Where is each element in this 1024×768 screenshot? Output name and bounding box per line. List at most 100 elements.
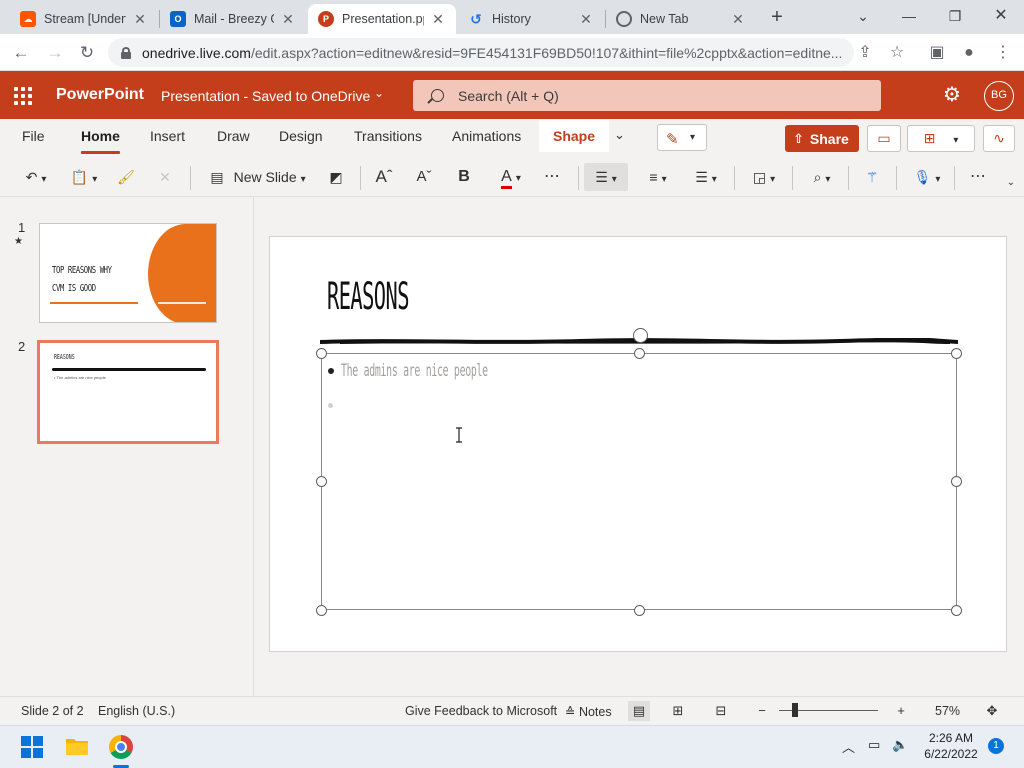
tab-design[interactable]: Design	[279, 128, 323, 144]
zoom-in-button[interactable]: +	[890, 701, 912, 721]
minimize-button[interactable]: —	[886, 4, 932, 28]
more-font-options-button[interactable]: ⋯	[538, 163, 566, 191]
bold-button[interactable]: B	[450, 163, 478, 191]
notes-button[interactable]: ≙ Notes	[565, 704, 612, 719]
browser-tab-stream[interactable]: ☁ Stream [Underta ✕	[10, 4, 158, 34]
resize-handle[interactable]	[634, 605, 645, 616]
side-panel-icon[interactable]: ▣	[924, 40, 950, 66]
close-icon[interactable]: ✕	[280, 11, 296, 28]
comments-button[interactable]: ▭	[867, 125, 901, 152]
fit-to-window-button[interactable]: ✥	[981, 701, 1003, 721]
close-icon[interactable]: ✕	[730, 11, 746, 28]
profile-icon[interactable]: ●	[956, 40, 982, 66]
new-tab-button[interactable]: +	[766, 6, 788, 28]
close-icon[interactable]: ✕	[430, 11, 446, 28]
system-clock[interactable]: 2:26 AM 6/22/2022	[918, 730, 984, 762]
lock-icon[interactable]	[120, 46, 132, 59]
gear-icon[interactable]: ⚙	[940, 83, 964, 107]
delete-button[interactable]: ✕	[152, 163, 178, 191]
slide-title[interactable]: REASONS	[327, 275, 409, 318]
more-tabs-chevron-icon[interactable]: ⌄	[614, 127, 625, 143]
paste-button[interactable]: 📋 ▾	[64, 163, 104, 191]
volume-icon[interactable]: 🔈	[892, 737, 908, 753]
activity-button[interactable]: ∿	[983, 125, 1015, 152]
resize-handle[interactable]	[316, 476, 327, 487]
avatar[interactable]: BG	[984, 81, 1014, 111]
app-launcher-icon[interactable]	[14, 87, 32, 105]
tab-home[interactable]: Home	[81, 128, 120, 154]
tab-file[interactable]: File	[22, 128, 45, 144]
tab-draw[interactable]: Draw	[217, 128, 250, 144]
find-button[interactable]: ⌕ ▾	[802, 163, 842, 191]
close-icon[interactable]: ✕	[132, 11, 148, 28]
slide-sorter-button[interactable]: ⊞	[667, 701, 689, 721]
dictate-button[interactable]: 🎙 ▾	[906, 163, 948, 191]
bookmark-star-icon[interactable]: ☆	[884, 40, 910, 66]
designer-button[interactable]: ⚚	[858, 163, 886, 191]
browser-tab-mail[interactable]: O Mail - Breezy Ge ✕	[160, 4, 306, 34]
chevron-down-icon[interactable]: ⌄	[374, 86, 384, 100]
resize-handle[interactable]	[316, 348, 327, 359]
notification-badge[interactable]: 1	[988, 738, 1004, 754]
font-color-button[interactable]: A ▾	[490, 163, 532, 191]
resize-handle[interactable]	[951, 348, 962, 359]
zoom-level[interactable]: 57%	[935, 704, 960, 718]
reload-button[interactable]: ↻	[74, 40, 100, 66]
chrome-taskbar-icon[interactable]	[109, 735, 133, 759]
tab-shape[interactable]: Shape	[539, 120, 610, 152]
url-text[interactable]: onedrive.live.com/edit.aspx?action=editn…	[142, 45, 842, 61]
editing-mode-button[interactable]: ✎ ▾	[657, 124, 707, 151]
resize-handle[interactable]	[634, 348, 645, 359]
decrease-font-button[interactable]: Aˇ	[410, 163, 438, 191]
tab-insert[interactable]: Insert	[150, 128, 185, 144]
slide-thumbnail-1[interactable]: TOP REASONS WHY CVM IS GOOD	[39, 223, 217, 323]
reading-view-button[interactable]: ⊟	[710, 701, 732, 721]
tab-transitions[interactable]: Transitions	[354, 128, 422, 144]
bullet-text[interactable]: The admins are nice people	[341, 361, 488, 381]
share-button[interactable]: ⇧ Share	[785, 125, 859, 152]
more-options-button[interactable]: ⋯	[964, 163, 992, 191]
browser-tab-history[interactable]: ↺ History ✕	[458, 4, 604, 34]
language-indicator[interactable]: English (U.S.)	[98, 704, 175, 718]
browser-tab-newtab[interactable]: New Tab ✕	[606, 4, 756, 34]
align-button[interactable]: ☰ ▾	[686, 163, 726, 191]
chrome-menu-icon[interactable]: ⋮	[990, 40, 1016, 66]
windows-start-icon[interactable]	[21, 736, 43, 758]
resize-handle[interactable]	[951, 476, 962, 487]
content-placeholder[interactable]	[321, 353, 957, 610]
zoom-slider-thumb[interactable]	[792, 703, 798, 717]
rotate-handle[interactable]	[633, 328, 648, 343]
increase-font-button[interactable]: Aˆ	[370, 163, 398, 191]
browser-tab-presentation[interactable]: P Presentation.pp ✕	[308, 4, 456, 34]
shapes-button[interactable]: ◲ ▾	[744, 163, 784, 191]
numbering-button[interactable]: ≡ ▾	[638, 163, 678, 191]
search-input[interactable]: Search (Alt + Q)	[413, 80, 881, 111]
tab-search-chevron-icon[interactable]: ⌄	[840, 4, 886, 28]
normal-view-button[interactable]: ▤	[628, 701, 650, 721]
address-bar[interactable]: onedrive.live.com/edit.aspx?action=editn…	[108, 38, 854, 67]
app-name[interactable]: PowerPoint	[56, 86, 144, 104]
chevron-up-icon[interactable]: ︿	[842, 737, 855, 756]
present-button[interactable]: ⊞ ▾	[907, 125, 975, 152]
undo-button[interactable]: ↶ ▾	[16, 163, 56, 191]
restore-button[interactable]: ❐	[932, 4, 978, 28]
file-explorer-icon[interactable]	[65, 736, 89, 756]
close-icon[interactable]: ✕	[578, 11, 594, 28]
document-title[interactable]: Presentation - Saved to OneDrive	[161, 88, 370, 104]
resize-handle[interactable]	[951, 605, 962, 616]
tab-animations[interactable]: Animations	[452, 128, 521, 144]
network-icon[interactable]: ▭	[868, 737, 880, 753]
layout-button[interactable]: ◩	[322, 163, 350, 191]
share-page-icon[interactable]: ⇪	[852, 40, 878, 66]
resize-handle[interactable]	[316, 605, 327, 616]
slide-thumbnail-2[interactable]: REASONS • The admins are nice people	[37, 340, 219, 444]
format-painter-button[interactable]: 🖌	[112, 163, 140, 191]
expand-ribbon-chevron-icon[interactable]: ⌄	[1002, 169, 1020, 197]
feedback-link[interactable]: Give Feedback to Microsoft	[405, 704, 557, 718]
zoom-out-button[interactable]: −	[751, 701, 773, 721]
forward-button[interactable]: →	[42, 40, 68, 66]
close-window-button[interactable]: ✕	[978, 4, 1024, 28]
new-slide-button[interactable]: ▤ New Slide ▾	[202, 163, 314, 191]
back-button[interactable]: ←	[8, 40, 34, 66]
bullets-button[interactable]: ☰ ▾	[584, 163, 628, 191]
